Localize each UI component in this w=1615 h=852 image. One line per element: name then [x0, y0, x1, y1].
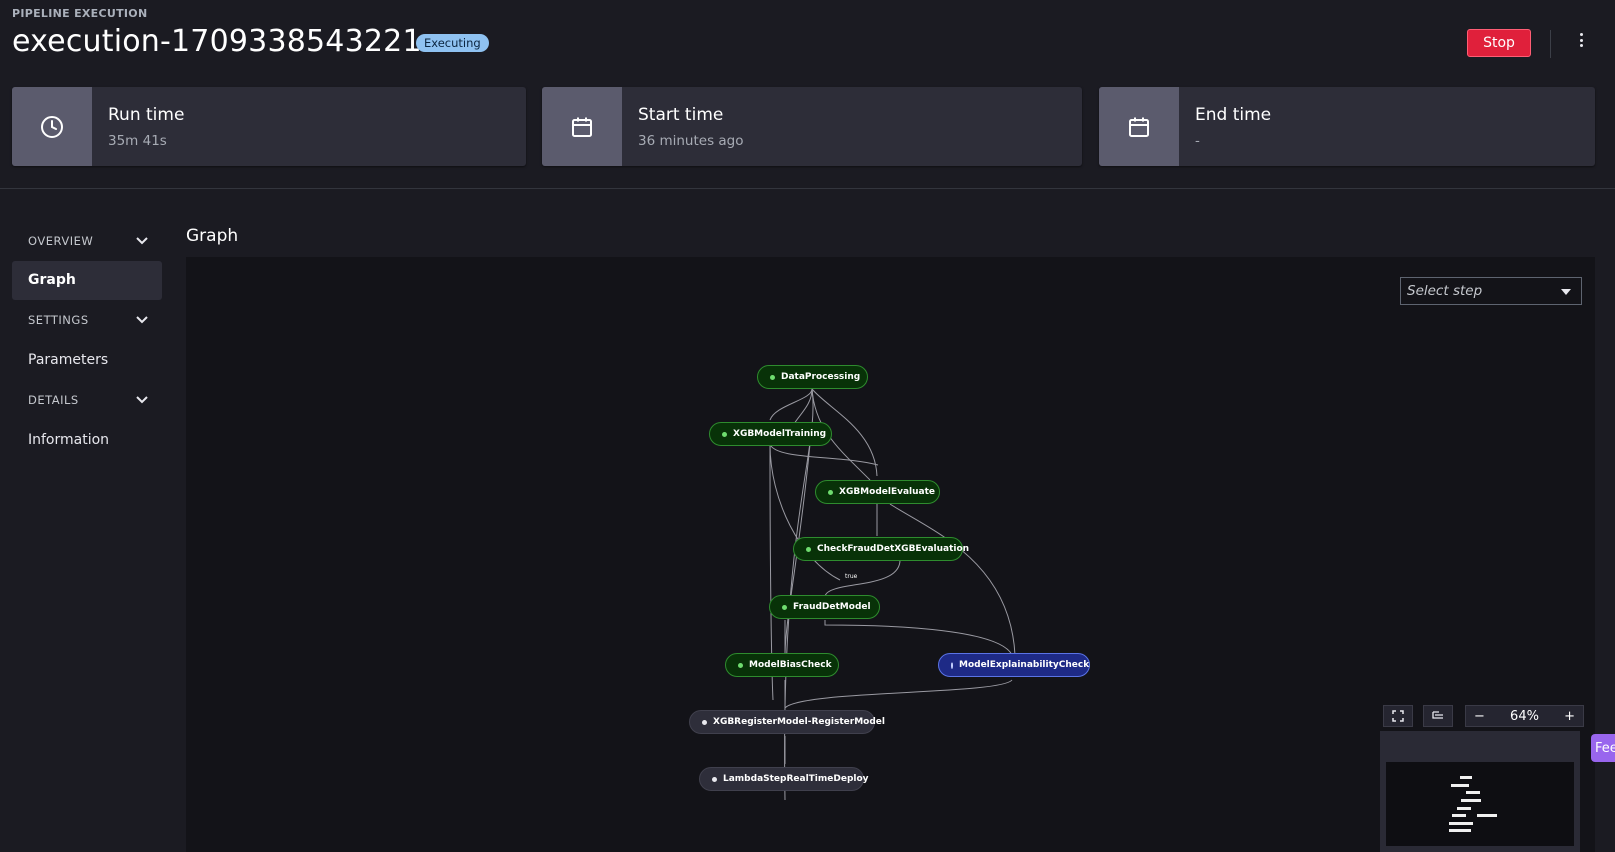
status-dot-icon [782, 604, 787, 610]
zoom-control: − 64% + [1465, 705, 1584, 727]
sidebar-section-label: SETTINGS [28, 313, 89, 327]
graph-node-label: XGBModelTraining [733, 429, 827, 439]
minimap-viewport[interactable] [1386, 762, 1574, 846]
graph-node-label: XGBRegisterModel-RegisterModel [713, 717, 885, 727]
edge-label-true: true [845, 573, 858, 580]
graph-node[interactable]: XGBModelEvaluate [815, 480, 940, 504]
chevron-down-icon [136, 237, 148, 245]
graph-node[interactable]: ModelBiasCheck [725, 653, 839, 677]
feedback-tab-label: Feedback [1595, 740, 1615, 756]
page-title: execution-1709338543221 [12, 24, 422, 59]
section-divider [0, 188, 1615, 189]
sidebar-item-label: Graph [28, 272, 76, 288]
zoom-level: 64% [1510, 708, 1539, 724]
graph-node-label: XGBModelEvaluate [839, 487, 936, 497]
sidebar-item-information[interactable]: Information [28, 432, 109, 448]
feedback-tab[interactable]: Feedback [1591, 734, 1615, 762]
card-label: End time [1195, 105, 1272, 125]
graph-node[interactable]: LambdaStepRealTimeDeploy [699, 767, 869, 791]
graph-node-label: ModelBiasCheck [749, 660, 832, 670]
card-value: 35m 41s [108, 133, 167, 149]
sidebar-item-graph[interactable]: Graph [12, 261, 162, 300]
graph-title: Graph [186, 226, 239, 246]
graph-node[interactable]: CheckFraudDetXGBEvaluation [793, 537, 969, 561]
graph-node[interactable]: XGBModelTraining [709, 422, 832, 446]
status-dot-icon [702, 719, 707, 725]
status-dot-icon [722, 431, 727, 437]
sidebar-section-settings[interactable]: SETTINGS [28, 313, 148, 327]
sidebar-section-label: DETAILS [28, 393, 79, 407]
fullscreen-icon [1392, 710, 1404, 722]
chevron-down-icon [136, 396, 148, 404]
kebab-icon[interactable] [1575, 30, 1587, 50]
sidebar-section-label: OVERVIEW [28, 234, 94, 248]
chevron-down-icon [136, 316, 148, 324]
card-value: - [1195, 133, 1200, 149]
page-eyebrow: PIPELINE EXECUTION [12, 7, 148, 20]
layout-button[interactable] [1423, 705, 1453, 727]
calendar-icon [542, 87, 622, 166]
status-dot-icon [828, 489, 833, 495]
card-label: Start time [638, 105, 724, 125]
end-time-card: End time - [1099, 87, 1595, 166]
fit-view-button[interactable] [1383, 705, 1413, 727]
status-dot-icon [738, 662, 743, 668]
graph-node-label: LambdaStepRealTimeDeploy [723, 774, 869, 784]
zoom-in-button[interactable]: + [1564, 709, 1575, 724]
status-dot-icon [806, 546, 811, 552]
graph-node-label: FraudDetModel [793, 602, 871, 612]
graph-node[interactable]: FraudDetModel [769, 595, 880, 619]
sidebar-section-details[interactable]: DETAILS [28, 393, 148, 407]
graph-node[interactable]: ModelExplainabilityCheck [938, 653, 1090, 677]
card-label: Run time [108, 105, 185, 125]
stop-button[interactable]: Stop [1467, 29, 1531, 57]
start-time-card: Start time 36 minutes ago [542, 87, 1082, 166]
sidebar-section-overview[interactable]: OVERVIEW [28, 234, 148, 248]
status-badge: Executing [416, 34, 489, 52]
header-divider [1550, 30, 1551, 58]
sidebar-item-parameters[interactable]: Parameters [28, 352, 108, 368]
select-step-placeholder: Select step [1407, 283, 1483, 299]
graph-node[interactable]: XGBRegisterModel-RegisterModel [689, 710, 885, 734]
select-step-dropdown[interactable]: Select step [1400, 277, 1582, 305]
graph-node-label: ModelExplainabilityCheck [959, 660, 1090, 670]
graph-node-label: CheckFraudDetXGBEvaluation [817, 544, 970, 554]
layout-icon [1432, 711, 1443, 719]
graph-node-label: DataProcessing [781, 372, 861, 382]
clock-icon [12, 87, 92, 166]
run-time-card: Run time 35m 41s [12, 87, 526, 166]
spinner-icon [951, 661, 953, 669]
zoom-out-button[interactable]: − [1474, 709, 1485, 724]
card-value: 36 minutes ago [638, 133, 744, 149]
graph-node[interactable]: DataProcessing [757, 365, 868, 389]
status-dot-icon [712, 776, 717, 782]
calendar-icon [1099, 87, 1179, 166]
caret-down-icon [1561, 289, 1571, 295]
status-dot-icon [770, 374, 775, 380]
